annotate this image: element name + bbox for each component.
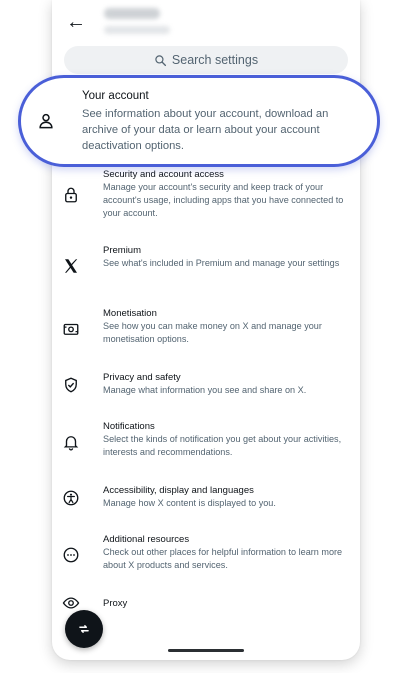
more-icon [63, 547, 79, 563]
blurred-username [104, 26, 170, 34]
search-input[interactable]: Search settings [64, 46, 348, 74]
item-title: Privacy and safety [103, 372, 181, 383]
settings-item-proxy[interactable]: Proxy [52, 597, 360, 618]
bell-icon [63, 436, 79, 451]
home-indicator [168, 649, 244, 652]
item-description: Manage what information you see and shar… [103, 385, 307, 395]
item-title: Premium [103, 245, 142, 256]
settings-item-accessibility[interactable]: Accessibility, display and languages Man… [52, 485, 360, 515]
item-description: Manage how X content is displayed to you… [103, 498, 276, 508]
item-title: Monetisation [103, 308, 157, 319]
person-icon [39, 113, 53, 129]
repost-icon [79, 625, 89, 633]
accessibility-icon [63, 490, 79, 506]
item-title: Security and account access [103, 169, 224, 180]
search-placeholder: Search settings [171, 53, 259, 67]
item-description: See what's included in Premium and manag… [103, 258, 340, 268]
item-title: Your account [82, 90, 149, 102]
settings-item-your-account[interactable]: Your account See information about your … [18, 75, 380, 167]
settings-item-security[interactable]: Security and account access Manage your … [52, 169, 360, 225]
item-title: Additional resources [103, 534, 190, 545]
settings-item-additional-resources[interactable]: Additional resources Check out other pla… [52, 534, 360, 578]
compose-floating-button[interactable] [65, 610, 103, 648]
item-title: Accessibility, display and languages [103, 485, 254, 496]
item-title: Proxy [103, 598, 128, 609]
settings-item-premium[interactable]: Premium See what's included in Premium a… [52, 245, 360, 289]
back-arrow-icon[interactable]: ← [64, 10, 88, 34]
item-title: Notifications [103, 421, 155, 432]
lock-icon [65, 187, 77, 203]
item-description: See how you can make money on X and mana… [103, 321, 322, 345]
item-description: Check out other places for helpful infor… [103, 547, 343, 571]
shield-icon [65, 377, 77, 393]
top-bar: ← [52, 0, 360, 44]
money-icon [63, 323, 79, 335]
item-description: Manage your account's security and keep … [103, 182, 344, 219]
proxy-icon [62, 597, 80, 609]
settings-item-privacy[interactable]: Privacy and safety Manage what informati… [52, 372, 360, 402]
x-logo-icon [65, 259, 78, 273]
blurred-title [104, 8, 160, 19]
settings-item-notifications[interactable]: Notifications Select the kinds of notifi… [52, 421, 360, 465]
search-icon [155, 54, 166, 66]
settings-item-monetisation[interactable]: Monetisation See how you can make money … [52, 308, 360, 352]
item-description: See information about your account, down… [82, 108, 329, 152]
item-description: Select the kinds of notification you get… [103, 434, 342, 458]
